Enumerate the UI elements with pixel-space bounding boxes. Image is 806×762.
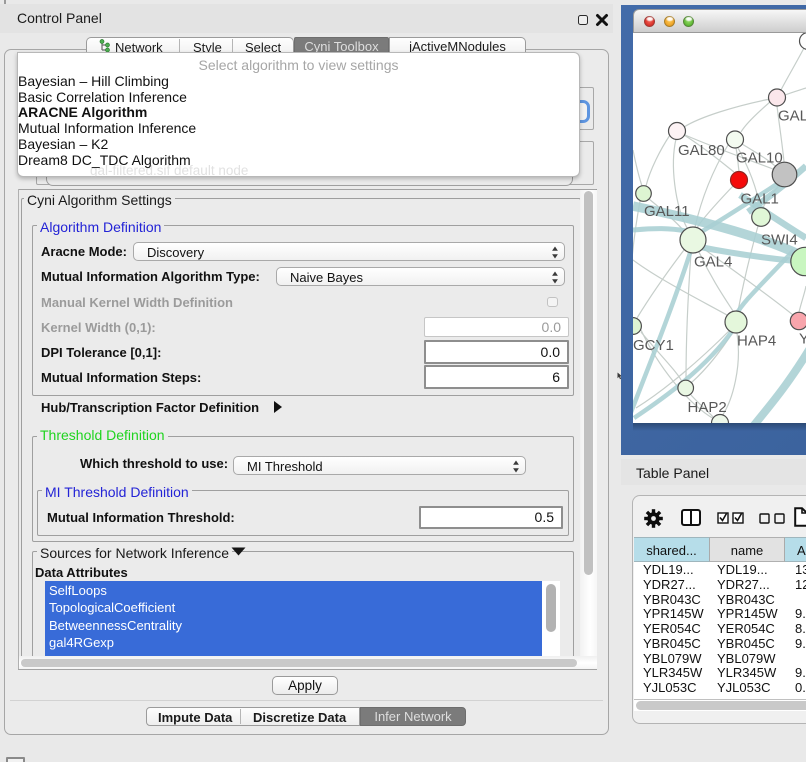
svg-text:SWI4: SWI4 — [761, 232, 798, 249]
svg-text:GAL10: GAL10 — [736, 150, 783, 167]
svg-text:GCY1: GCY1 — [633, 337, 674, 354]
svg-text:GAL4: GAL4 — [694, 254, 732, 271]
svg-text:YJ: YJ — [799, 331, 806, 348]
svg-text:GAL80: GAL80 — [678, 142, 725, 159]
svg-text:GAL7: GAL7 — [778, 108, 806, 125]
svg-text:HAP4: HAP4 — [737, 333, 776, 350]
svg-text:GAL11: GAL11 — [644, 203, 690, 220]
svg-text:GAL1: GAL1 — [741, 191, 779, 208]
svg-text:HAP2: HAP2 — [688, 399, 727, 416]
